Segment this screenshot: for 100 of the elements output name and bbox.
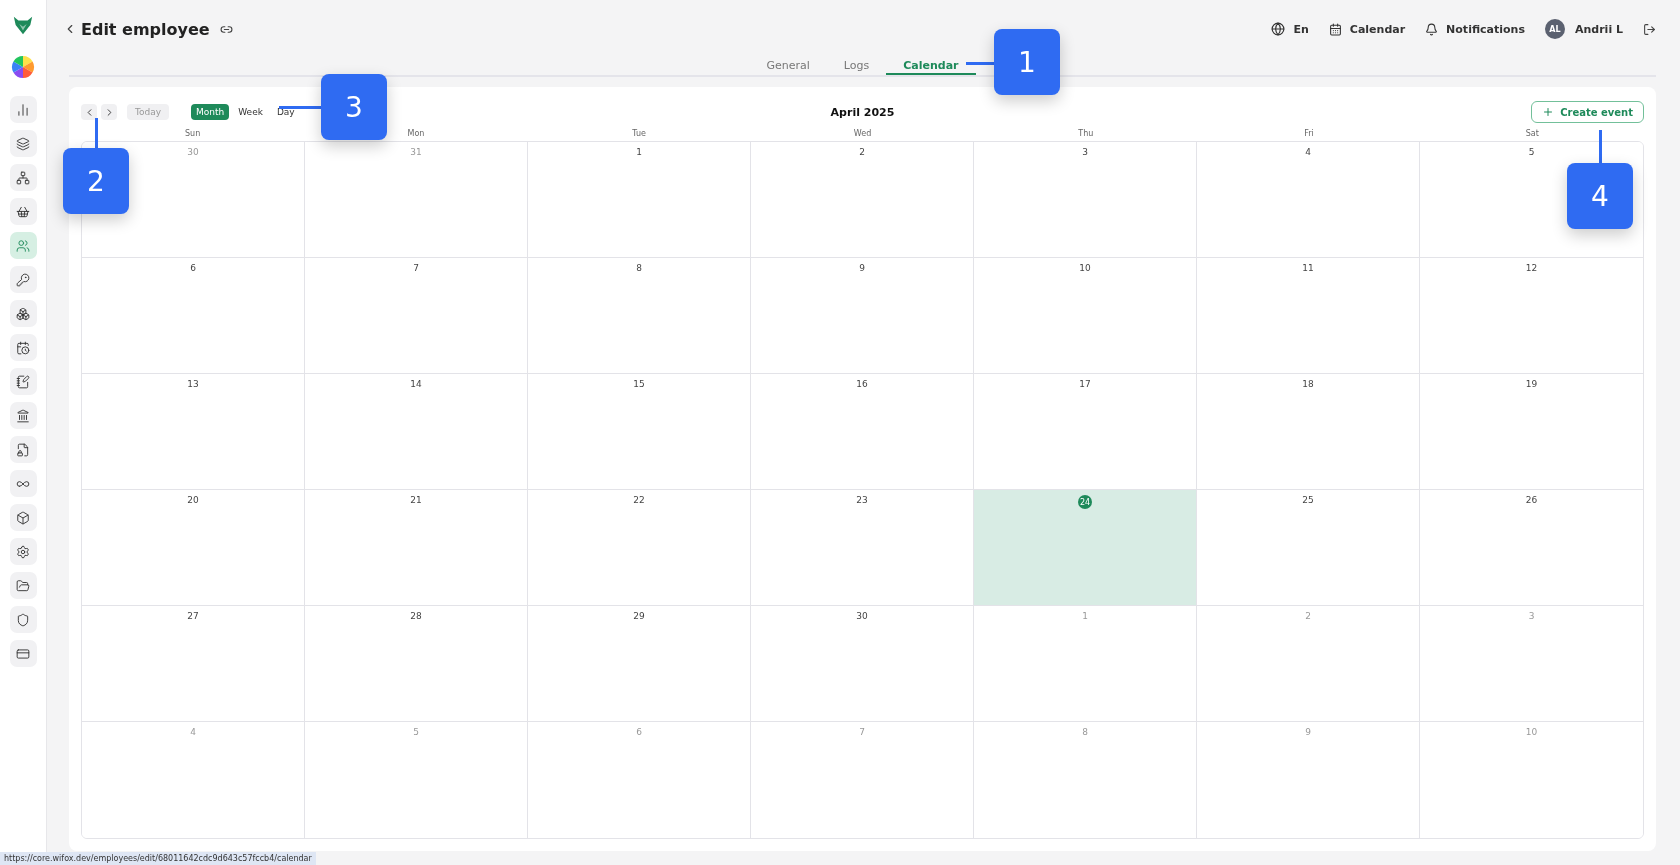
box-icon — [16, 510, 30, 525]
sidebar-item[interactable] — [9, 640, 37, 667]
fox-logo-icon[interactable] — [12, 14, 34, 36]
day-number: 9 — [859, 263, 865, 273]
view-button[interactable]: Week — [233, 104, 268, 120]
basket-icon — [16, 204, 30, 219]
sidebar-item[interactable] — [9, 368, 37, 395]
day-cell[interactable]: 15 — [528, 374, 751, 490]
previous-button[interactable] — [81, 104, 97, 120]
day-number: 15 — [633, 379, 645, 389]
weekday-label: Tue — [632, 129, 647, 138]
day-number: 6 — [636, 727, 642, 737]
user-avatar[interactable]: AL — [1544, 19, 1565, 39]
sidebar-item[interactable] — [9, 436, 37, 463]
day-number: 13 — [187, 379, 199, 389]
calendar-icon — [16, 340, 30, 355]
settings-icon — [16, 544, 30, 559]
color-wheel-icon[interactable] — [11, 55, 35, 79]
notifications-button[interactable]: Notifications — [1425, 22, 1525, 36]
callout-badge: 2 — [63, 148, 129, 214]
leader-line — [1599, 130, 1602, 163]
weekday-label: Sat — [1525, 129, 1539, 138]
day-cell[interactable]: 7 — [305, 258, 528, 374]
folder-icon — [16, 578, 30, 593]
page-title: Edit employee — [81, 19, 210, 39]
day-cell[interactable]: 18 — [1197, 374, 1420, 490]
day-number: 31 — [410, 147, 422, 157]
sidebar-item[interactable] — [9, 504, 37, 531]
bell-icon — [1425, 22, 1439, 36]
day-cell[interactable]: 21 — [305, 490, 528, 606]
day-number: 7 — [859, 727, 865, 737]
status-url: https://core.wifox.dev/employees/edit/68011642cdc9d643c57fccb4/calendar — [0, 852, 316, 865]
day-number: 26 — [1525, 495, 1538, 505]
day-cell[interactable]: 23 — [751, 490, 974, 606]
day-cell[interactable]: 17 — [974, 374, 1197, 490]
day-cell[interactable]: 1 — [528, 142, 751, 258]
day-cell[interactable]: 22 — [528, 490, 751, 606]
day-number: 28 — [410, 611, 422, 621]
day-number: 7 — [413, 263, 419, 273]
day-cell[interactable]: 30 — [751, 606, 974, 722]
note-icon — [16, 374, 30, 389]
logout-icon[interactable] — [1643, 22, 1656, 36]
tab[interactable]: Logs — [826, 58, 887, 75]
day-number: 18 — [1302, 379, 1314, 389]
day-cell[interactable]: 16 — [751, 374, 974, 490]
day-cell[interactable]: 27 — [82, 606, 305, 722]
sidebar-item[interactable] — [9, 164, 37, 191]
day-cell[interactable]: 25 — [1197, 490, 1420, 606]
day-number: 5 — [1528, 147, 1535, 157]
day-number: 2 — [1305, 611, 1311, 621]
day-number: 22 — [633, 495, 645, 505]
sidebar-item[interactable] — [9, 470, 37, 497]
day-cell[interactable]: 13 — [82, 374, 305, 490]
sidebar-item[interactable] — [9, 606, 37, 633]
day-cell[interactable]: 29 — [528, 606, 751, 722]
day-number: 3 — [1082, 147, 1088, 157]
sidebar-item[interactable] — [9, 198, 37, 225]
day-cell[interactable]: 20 — [82, 490, 305, 606]
day-cell[interactable]: 14 — [305, 374, 528, 490]
day-cell[interactable]: 3 — [974, 142, 1197, 258]
month-title: April 2025 — [830, 105, 895, 119]
day-cell[interactable]: 9 — [751, 258, 974, 374]
leader-line — [966, 62, 994, 65]
day-cell[interactable]: 24 — [974, 490, 1197, 606]
day-cell[interactable]: 8 — [528, 258, 751, 374]
sidebar-item[interactable] — [9, 402, 37, 429]
view-button[interactable]: Month — [191, 104, 230, 120]
sidebar-item[interactable] — [9, 572, 37, 599]
day-cell[interactable]: 4 — [1197, 142, 1420, 258]
day-cell[interactable]: 2 — [751, 142, 974, 258]
group-icon — [16, 306, 30, 321]
create-event-button[interactable]: Create event — [1531, 101, 1644, 123]
weekday-label: Thu — [1078, 129, 1094, 138]
calendar-link[interactable]: Calendar — [1328, 22, 1406, 36]
sidebar-item[interactable] — [9, 130, 37, 157]
weekday-label: Wed — [853, 129, 872, 138]
shield-icon — [16, 612, 30, 627]
tab[interactable]: General — [749, 58, 827, 75]
day-cell[interactable]: 6 — [82, 258, 305, 374]
day-number: 4 — [1305, 147, 1311, 157]
weekday-label: Sun — [185, 129, 201, 138]
sidebar-item[interactable] — [9, 334, 37, 361]
day-number: 12 — [1525, 263, 1538, 273]
day-cell[interactable]: 28 — [305, 606, 528, 722]
sidebar-item[interactable] — [9, 266, 37, 293]
day-cell[interactable]: 10 — [974, 258, 1197, 374]
day-number: 16 — [856, 379, 868, 389]
leader-line — [279, 106, 321, 109]
calendar-icon — [1328, 22, 1342, 36]
chart-icon — [16, 102, 30, 117]
day-number: 27 — [187, 611, 199, 621]
day-number: 1 — [1082, 611, 1088, 621]
day-cell[interactable]: 11 — [1197, 258, 1420, 374]
day-number: 20 — [187, 495, 199, 505]
language-button[interactable]: En — [1271, 22, 1309, 36]
day-number: 9 — [1305, 727, 1311, 737]
hierarchy-icon — [16, 170, 30, 185]
sidebar-item[interactable] — [9, 538, 37, 565]
sidebar-item[interactable] — [9, 300, 37, 327]
day-number: 10 — [1525, 727, 1538, 737]
